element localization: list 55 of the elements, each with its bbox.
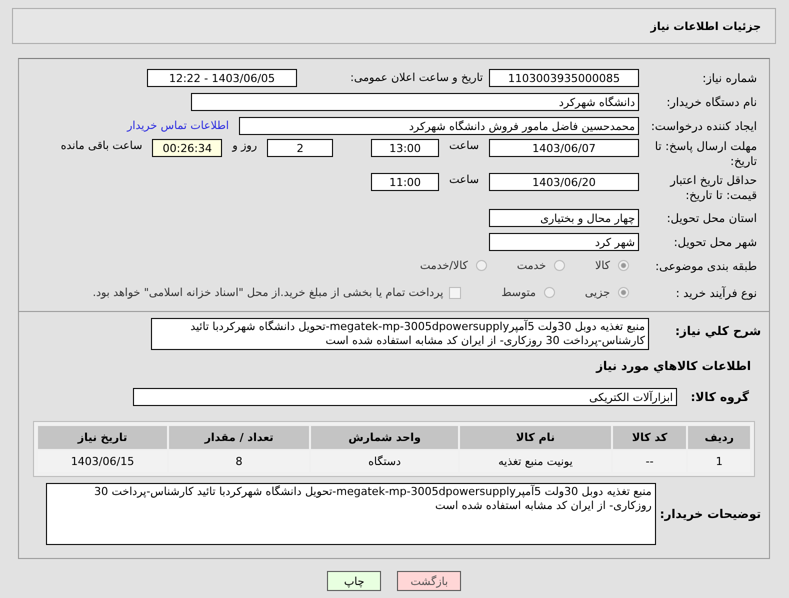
text-field[interactable]: شهر کرد xyxy=(489,232,639,250)
notes-box[interactable]: منبع تغذیه دوبل 30ولت 5آمپرmegatek-mp-3005dpowersupply-تحویل دانشگاه شهرکردبا تائید کارشناس-پرداخت 30 روزکاری- از ایران کد مشابه استفاده شده است xyxy=(46,483,656,545)
radio-label: خدمت xyxy=(516,259,546,272)
field-label: مهلت ارسال پاسخ: تا تاریخ: xyxy=(654,139,758,169)
column-header: واحد شمارش xyxy=(311,426,458,449)
field-label: تاریخ و ساعت اعلان عمومی: xyxy=(349,71,483,84)
field-label: شماره نیاز: xyxy=(701,70,758,84)
radio-button[interactable] xyxy=(476,260,487,271)
text-field[interactable]: 1403/06/20 xyxy=(489,173,639,191)
text-field[interactable]: محمدحسین فاضل مامور فروش دانشگاه شهرکرد xyxy=(239,116,639,134)
countdown-field[interactable]: 00:26:34 xyxy=(152,139,222,157)
contact-link[interactable]: اطلاعات تماس خریدار xyxy=(127,119,229,132)
text-field[interactable]: ابزارآلات الکتریکی xyxy=(133,388,677,406)
column-header: تاریخ نیاز xyxy=(38,426,168,449)
field-label: شهر محل تحویل: xyxy=(672,234,758,248)
field-label: استان محل تحویل: xyxy=(666,210,758,224)
text-field[interactable]: 13:00 xyxy=(371,139,440,157)
radio-label: متوسط xyxy=(501,286,536,299)
text-field[interactable]: دانشگاه شهرکرد xyxy=(191,92,639,110)
radio-label: جزیی xyxy=(584,286,610,299)
back-button[interactable]: بازگشت xyxy=(397,571,462,591)
radio-label: کالا xyxy=(595,259,610,272)
description-box[interactable]: منبع تغذیه دوبل 30ولت 5آمپرmegatek-mp-3005dpowersupply-تحویل دانشگاه شهرکردبا تائید کارشناس-پرداخت 30 روزکاری- از ایران کد مشابه استفاده شده است xyxy=(151,318,649,350)
print-button[interactable]: چاپ xyxy=(326,571,382,591)
checkbox[interactable] xyxy=(449,286,462,298)
radio-button[interactable] xyxy=(554,260,566,271)
radio-button[interactable] xyxy=(618,287,629,298)
column-header: نام کالا xyxy=(460,426,611,449)
field-label: ساعت باقی مانده xyxy=(60,139,142,152)
section-heading: اطلاعات کالاهاي مورد نياز xyxy=(596,358,752,372)
column-header: ردیف xyxy=(688,426,750,449)
field-label: روز و xyxy=(232,139,258,152)
field-label: شرح کلي نیاز: xyxy=(674,323,762,338)
page-title: جزئیات اطلاعات نیاز xyxy=(650,20,761,32)
field-label: ایجاد کننده درخواست: xyxy=(650,118,758,132)
text-field[interactable]: چهار محال و بختیاری xyxy=(489,208,639,226)
column-header: تعداد / مقدار xyxy=(169,426,310,449)
field-label: توضیحات خریدار: xyxy=(658,507,762,521)
text-field[interactable]: 1403/06/05 - 12:22 xyxy=(147,68,297,86)
field-label: نوع فرآیند خرید : xyxy=(674,286,758,300)
checkbox-label: پرداخت تمام یا بخشی از مبلغ خرید.از محل "اسناد خزانه اسلامی" خواهد بود. xyxy=(92,286,444,299)
text-field[interactable]: 1403/06/07 xyxy=(489,139,639,157)
column-header: کد کالا xyxy=(612,426,686,449)
text-field[interactable]: 2 xyxy=(267,139,334,157)
field-label: ساعت xyxy=(449,173,479,186)
field-label: نام دستگاه خریدار: xyxy=(665,94,758,108)
text-field[interactable]: 11:00 xyxy=(371,173,440,191)
field-label: طبقه بندی موضوعی: xyxy=(654,258,758,272)
field-label: ساعت xyxy=(449,139,479,152)
radio-label: کالا/خدمت xyxy=(420,259,468,272)
text-field[interactable]: 1103003935000085 xyxy=(489,68,639,86)
field-label: حداقل تاریخ اعتبار قیمت: تا تاریخ: xyxy=(668,173,758,203)
radio-button[interactable] xyxy=(618,260,629,271)
field-label: گروه کالا: xyxy=(690,390,750,404)
radio-button[interactable] xyxy=(544,287,555,298)
